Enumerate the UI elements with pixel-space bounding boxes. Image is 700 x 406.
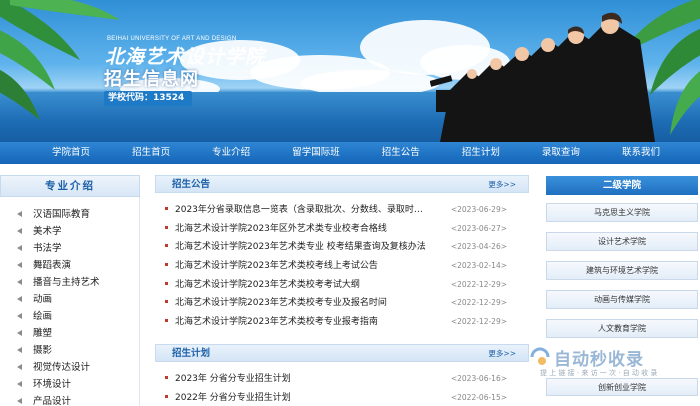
majors-title: 专业介绍 <box>0 175 140 197</box>
triangle-left-icon <box>17 398 22 404</box>
watermark-logo-icon <box>530 347 550 365</box>
plans-more-link[interactable]: 更多>> <box>488 345 516 362</box>
triangle-left-icon <box>17 364 22 370</box>
notice-item[interactable]: 北海艺术设计学院2023年艺术类校考专业报考指南 <2022-12-29> <box>165 313 535 332</box>
college-button-marxism[interactable]: 马克思主义学院 <box>546 203 698 222</box>
major-item[interactable]: 摄影 <box>0 342 140 359</box>
major-item[interactable]: 舞蹈表演 <box>0 257 140 274</box>
college-button-architecture[interactable]: 建筑与环境艺术学院 <box>546 261 698 280</box>
notice-item[interactable]: 2023年分省录取信息一览表（含录取批次、分数线、录取时… <2023-06-29… <box>165 201 535 220</box>
notices-more-link[interactable]: 更多>> <box>488 176 516 193</box>
triangle-left-icon <box>17 245 22 251</box>
triangle-left-icon <box>17 211 22 217</box>
triangle-left-icon <box>17 313 22 319</box>
college-button-design-art[interactable]: 设计艺术学院 <box>546 232 698 251</box>
major-item[interactable]: 视觉传达设计 <box>0 359 140 376</box>
major-item[interactable]: 环境设计 <box>0 376 140 393</box>
nav-notices[interactable]: 招生公告 <box>382 142 420 164</box>
majors-sidebar: 专业介绍 汉语国际教育 美术学 书法学 舞蹈表演 播音与主持艺术 动画 绘画 雕… <box>0 175 140 406</box>
site-title: 招生信息网 <box>104 69 199 90</box>
plans-list: 2023年 分省分专业招生计划 <2023-06-16> 2022年 分省分专业招… <box>165 370 535 406</box>
nav-international[interactable]: 留学国际班 <box>292 142 340 164</box>
triangle-left-icon <box>17 228 22 234</box>
bullet-icon <box>165 300 168 304</box>
majors-list: 汉语国际教育 美术学 书法学 舞蹈表演 播音与主持艺术 动画 绘画 雕塑 摄影 … <box>0 206 140 406</box>
triangle-left-icon <box>17 330 22 336</box>
notices-title: 招生公告 <box>172 179 211 190</box>
major-item[interactable]: 雕塑 <box>0 325 140 342</box>
major-item[interactable]: 美术学 <box>0 223 140 240</box>
college-button-humanities[interactable]: 人文教育学院 <box>546 319 698 338</box>
bullet-icon <box>165 263 168 267</box>
plan-item[interactable]: 2023年 分省分专业招生计划 <2023-06-16> <box>165 370 535 389</box>
nav-contact[interactable]: 联系我们 <box>622 142 660 164</box>
notice-item[interactable]: 北海艺术设计学院2023年艺术类专业 校考结果查询及复核办法 <2023-04-2… <box>165 238 535 257</box>
bullet-icon <box>165 319 168 323</box>
college-button-animation[interactable]: 动画与传媒学院 <box>546 290 698 309</box>
bullet-icon <box>165 376 168 379</box>
graduates-photo <box>430 12 655 142</box>
bullet-icon <box>165 207 168 210</box>
plans-header: 招生计划 更多>> <box>155 344 529 362</box>
watermark-sub-text: 提 上 链 接 · 来 访 一 次 · 自 动 收 录 <box>540 369 658 377</box>
plan-item[interactable]: 2022年 分省分专业招生计划 <2022-06-15> <box>165 389 535 406</box>
school-code-badge: 学校代码：13524 <box>104 91 192 106</box>
header-banner: BEIHAI UNIVERSITY OF ART AND DESIGN 北海艺术… <box>0 0 700 142</box>
major-item[interactable]: 绘画 <box>0 308 140 325</box>
plans-title: 招生计划 <box>172 348 211 359</box>
triangle-left-icon <box>17 296 22 302</box>
major-item[interactable]: 产品设计 <box>0 393 140 406</box>
major-item[interactable]: 动画 <box>0 291 140 308</box>
notices-header: 招生公告 更多>> <box>155 175 529 193</box>
watermark-main-text: 自动秒收录 <box>554 350 644 370</box>
watermark: 自动秒收录 提 上 链 接 · 来 访 一 次 · 自 动 收 录 <box>530 345 695 385</box>
nav-admission-home[interactable]: 招生首页 <box>132 142 170 164</box>
major-item[interactable]: 书法学 <box>0 240 140 257</box>
nav-majors[interactable]: 专业介绍 <box>212 142 250 164</box>
nav-plans[interactable]: 招生计划 <box>462 142 500 164</box>
notice-item[interactable]: 北海艺术设计学院2023年区外艺术类专业校考合格线 <2023-06-27> <box>165 220 535 239</box>
nav-college-home[interactable]: 学院首页 <box>52 142 90 164</box>
triangle-left-icon <box>17 381 22 387</box>
major-item[interactable]: 播音与主持艺术 <box>0 274 140 291</box>
bullet-icon <box>165 244 168 248</box>
colleges-title: 二级学院 <box>546 176 698 195</box>
notice-item[interactable]: 北海艺术设计学院2023年艺术类校考专业及报名时间 <2022-12-29> <box>165 294 535 313</box>
bullet-icon <box>165 394 168 398</box>
bullet-icon <box>165 281 168 285</box>
main-nav: 学院首页 招生首页 专业介绍 留学国际班 招生公告 招生计划 录取查询 联系我们 <box>0 142 700 164</box>
nav-result-query[interactable]: 录取查询 <box>542 142 580 164</box>
notice-item[interactable]: 北海艺术设计学院2023年艺术类校考线上考试公告 <2023-02-14> <box>165 257 535 276</box>
triangle-left-icon <box>17 279 22 285</box>
triangle-left-icon <box>17 262 22 268</box>
major-item[interactable]: 汉语国际教育 <box>0 206 140 223</box>
notice-item[interactable]: 北海艺术设计学院2023年艺术类校考考试大纲 <2022-12-29> <box>165 276 535 295</box>
notices-list: 2023年分省录取信息一览表（含录取批次、分数线、录取时… <2023-06-29… <box>165 201 535 332</box>
triangle-left-icon <box>17 347 22 353</box>
bullet-icon <box>165 225 168 229</box>
